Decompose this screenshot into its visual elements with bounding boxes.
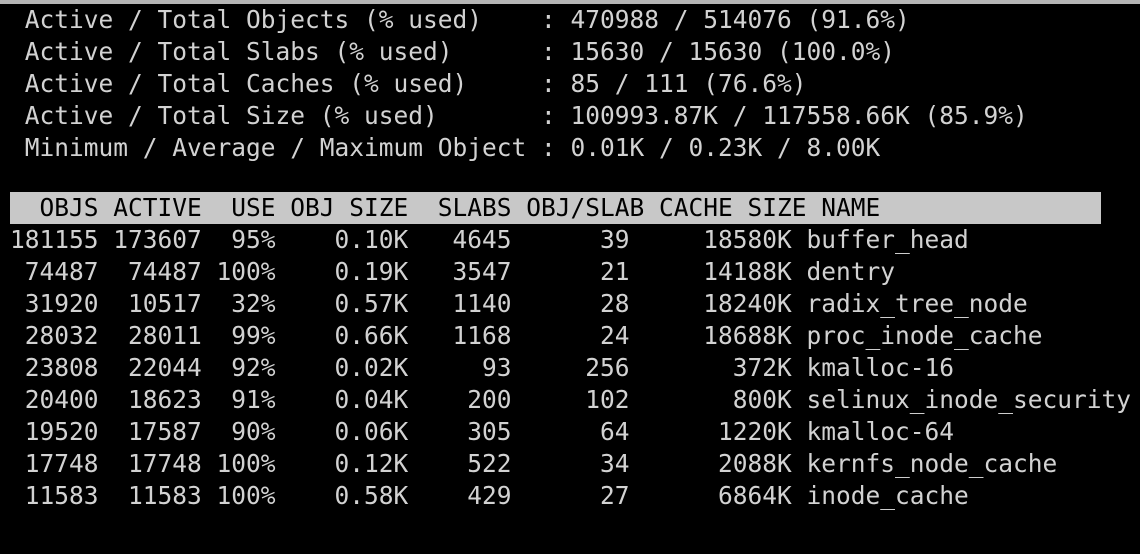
- table-row[interactable]: 74487 74487 100% 0.19K 3547 21 14188K de…: [0, 256, 1140, 288]
- table-row[interactable]: 19520 17587 90% 0.06K 305 64 1220K kmall…: [0, 416, 1140, 448]
- table-row[interactable]: 28032 28011 99% 0.66K 1168 24 18688K pro…: [0, 320, 1140, 352]
- summary-line-caches: Active / Total Caches (% used) : 85 / 11…: [10, 69, 807, 98]
- table-column-headers: OBJS ACTIVE USE OBJ SIZE SLABS OBJ/SLAB …: [10, 192, 1140, 224]
- slab-table-body: 181155 173607 95% 0.10K 4645 39 18580K b…: [0, 224, 1140, 512]
- table-row[interactable]: 20400 18623 91% 0.04K 200 102 800K selin…: [0, 384, 1140, 416]
- terminal-window[interactable]: Active / Total Objects (% used) : 470988…: [0, 0, 1140, 554]
- summary-line-object-min-avg-max: Minimum / Average / Maximum Object : 0.0…: [10, 133, 881, 162]
- slabtop-summary: Active / Total Objects (% used) : 470988…: [0, 4, 1140, 164]
- summary-line-slabs: Active / Total Slabs (% used) : 15630 / …: [10, 37, 896, 66]
- table-row[interactable]: 23808 22044 92% 0.02K 93 256 372K kmallo…: [0, 352, 1140, 384]
- table-row[interactable]: 17748 17748 100% 0.12K 522 34 2088K kern…: [0, 448, 1140, 480]
- table-row[interactable]: 181155 173607 95% 0.10K 4645 39 18580K b…: [0, 224, 1140, 256]
- table-header-row: OBJS ACTIVE USE OBJ SIZE SLABS OBJ/SLAB …: [0, 192, 1140, 224]
- table-row[interactable]: 11583 11583 100% 0.58K 429 27 6864K inod…: [0, 480, 1140, 512]
- terminal-screen: Active / Total Objects (% used) : 470988…: [0, 4, 1140, 512]
- summary-line-objects: Active / Total Objects (% used) : 470988…: [10, 5, 910, 34]
- summary-table-spacer: [0, 164, 1140, 192]
- summary-line-size: Active / Total Size (% used) : 100993.87…: [10, 101, 1028, 130]
- table-row[interactable]: 31920 10517 32% 0.57K 1140 28 18240K rad…: [0, 288, 1140, 320]
